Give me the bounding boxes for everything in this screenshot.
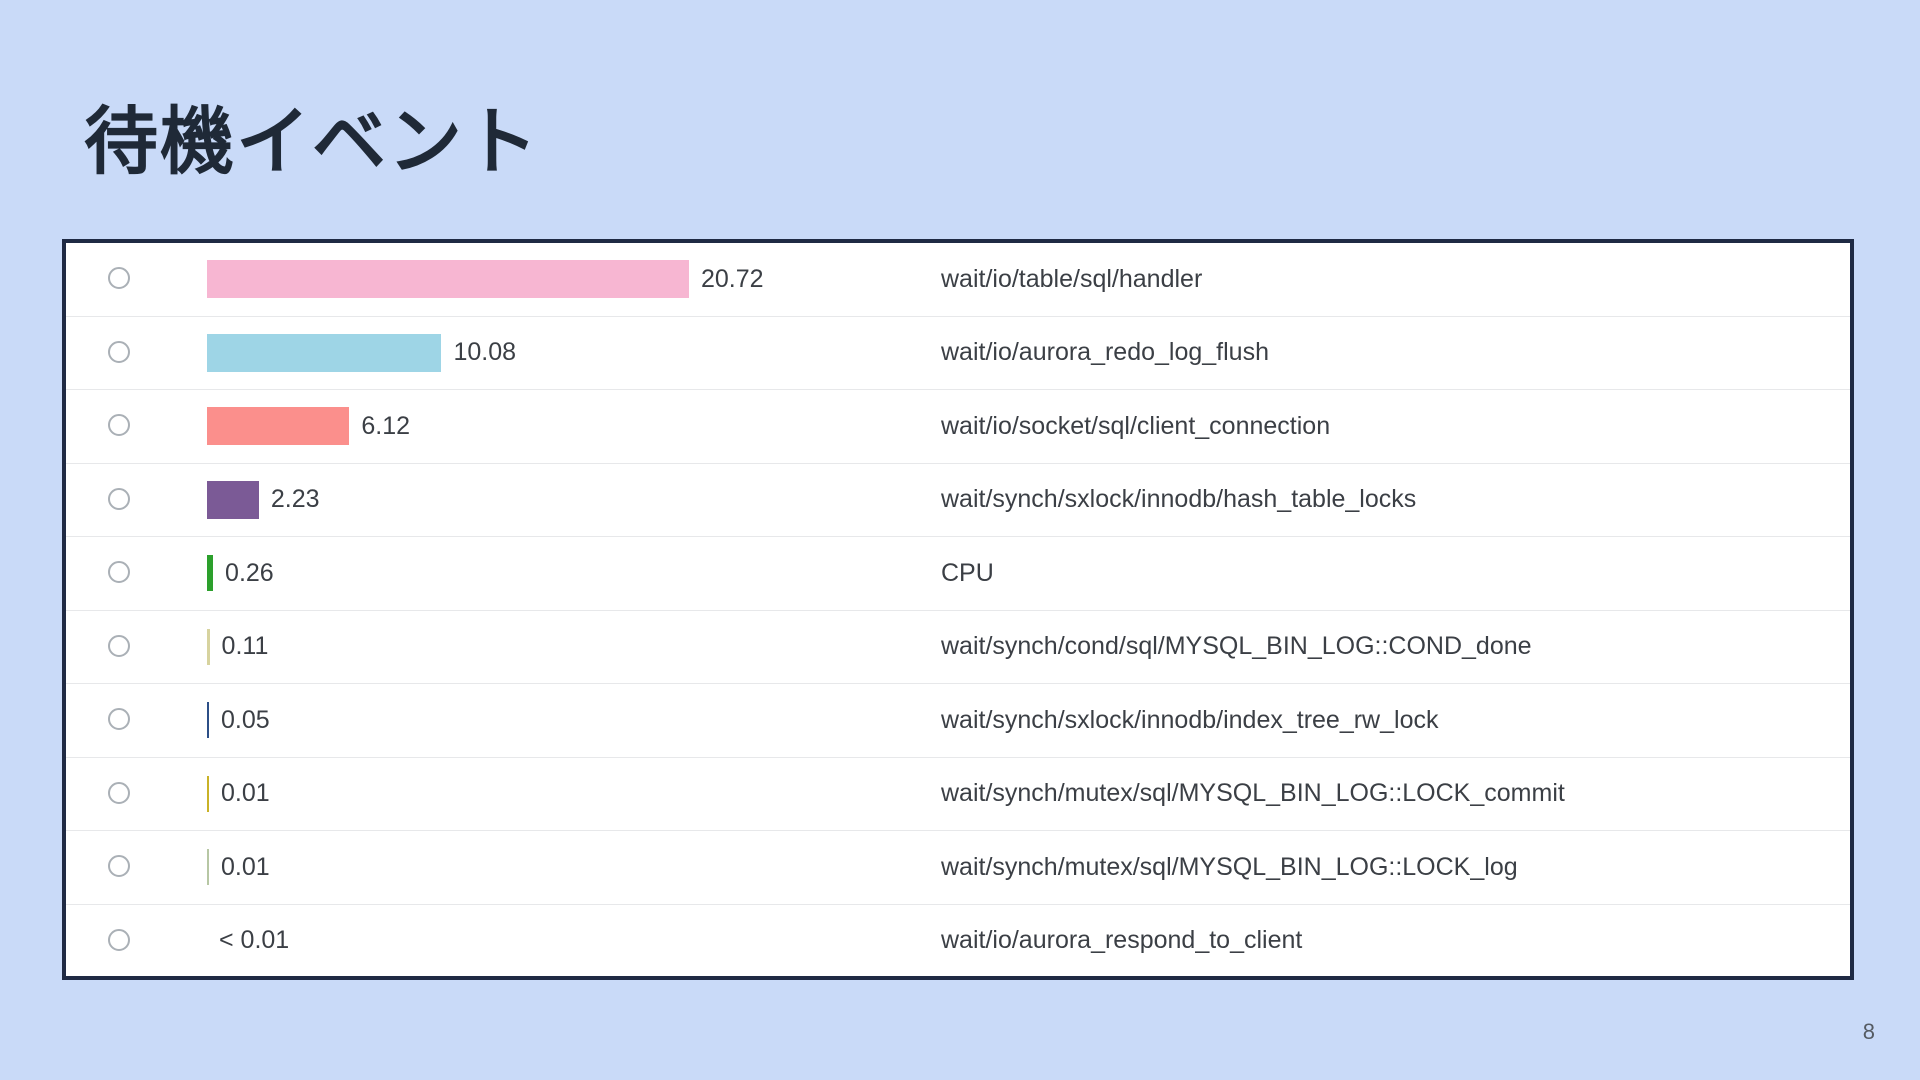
page-title: 待機イベント: [84, 99, 540, 185]
bar: [207, 260, 689, 299]
radio-button[interactable]: [108, 708, 130, 730]
event-name: wait/io/table/sql/handler: [941, 264, 1203, 293]
event-name: wait/synch/sxlock/innodb/index_tree_rw_l…: [941, 705, 1439, 734]
table-row[interactable]: 10.08 wait/io/aurora_redo_log_flush: [66, 317, 1850, 390]
bar: [207, 555, 214, 592]
radio-button[interactable]: [108, 781, 130, 804]
table-row[interactable]: 6.12 wait/io/socket/sql/client_connectio…: [66, 390, 1850, 464]
bar-value-label: 0.01: [221, 852, 270, 881]
event-name: CPU: [941, 558, 994, 587]
radio-button[interactable]: [108, 414, 130, 436]
radio-button[interactable]: [108, 561, 130, 583]
table-row[interactable]: 0.11 wait/synch/cond/sql/MYSQL_BIN_LOG::…: [66, 611, 1850, 684]
event-name: wait/io/socket/sql/client_connection: [941, 411, 1331, 440]
wait-events-table: 20.72 wait/io/table/sql/handler 10.08 wa…: [62, 239, 1854, 980]
bar-value-label: 0.01: [221, 779, 270, 808]
table-row[interactable]: 0.26 CPU: [66, 537, 1850, 611]
bar-value-label: 10.08: [453, 338, 517, 367]
bar-value-label: 2.23: [270, 485, 320, 514]
table-row[interactable]: 0.05 wait/synch/sxlock/innodb/index_tree…: [66, 684, 1850, 758]
bar-value-label: 0.05: [221, 705, 270, 734]
table-row[interactable]: 20.72 wait/io/table/sql/handler: [66, 243, 1850, 317]
table-row[interactable]: 2.23 wait/synch/sxlock/innodb/hash_table…: [66, 464, 1850, 537]
event-name: wait/synch/cond/sql/MYSQL_BIN_LOG::COND_…: [941, 632, 1532, 661]
bar-value-label: 0.11: [221, 632, 269, 661]
event-name: wait/synch/sxlock/innodb/hash_table_lock…: [941, 485, 1417, 514]
bar: [207, 702, 209, 739]
bar: [207, 333, 442, 372]
radio-button[interactable]: [108, 340, 130, 363]
event-name: wait/io/aurora_redo_log_flush: [941, 338, 1269, 367]
event-name: wait/synch/mutex/sql/MYSQL_BIN_LOG::LOCK…: [941, 779, 1565, 808]
table-row[interactable]: < 0.01 wait/io/aurora_respond_to_client: [66, 905, 1850, 977]
bar-area: 20.72: [207, 243, 947, 316]
bar: [207, 628, 210, 665]
event-name: wait/synch/mutex/sql/MYSQL_BIN_LOG::LOCK…: [941, 852, 1518, 881]
radio-button[interactable]: [108, 928, 130, 951]
bar-area: 6.12: [207, 390, 947, 463]
bar-area: < 0.01: [207, 905, 947, 977]
bar: [207, 407, 350, 446]
radio-button[interactable]: [108, 634, 130, 657]
radio-button[interactable]: [108, 267, 130, 289]
bar: [207, 775, 209, 812]
event-name: wait/io/aurora_respond_to_client: [941, 925, 1303, 954]
bar-value-label: 20.72: [701, 264, 764, 293]
bar: [207, 480, 259, 519]
bar: [207, 849, 209, 886]
bar-value-label: 6.12: [361, 411, 411, 440]
page-number: 8: [1862, 1019, 1875, 1044]
bar-area: 0.11: [207, 611, 947, 684]
bar-area: 10.08: [207, 317, 947, 390]
bar-area: 0.05: [207, 684, 947, 757]
table-row[interactable]: 0.01 wait/synch/mutex/sql/MYSQL_BIN_LOG:…: [66, 831, 1850, 905]
bar-value-label: 0.26: [225, 558, 274, 587]
bar-area: 0.01: [207, 758, 947, 831]
radio-button[interactable]: [108, 487, 130, 510]
bar-value-label: < 0.01: [219, 925, 290, 954]
table-row[interactable]: 0.01 wait/synch/mutex/sql/MYSQL_BIN_LOG:…: [66, 758, 1850, 831]
bar-area: 0.26: [207, 537, 947, 610]
bar-area: 0.01: [207, 831, 947, 904]
radio-button[interactable]: [108, 855, 130, 877]
bar-area: 2.23: [207, 464, 947, 537]
